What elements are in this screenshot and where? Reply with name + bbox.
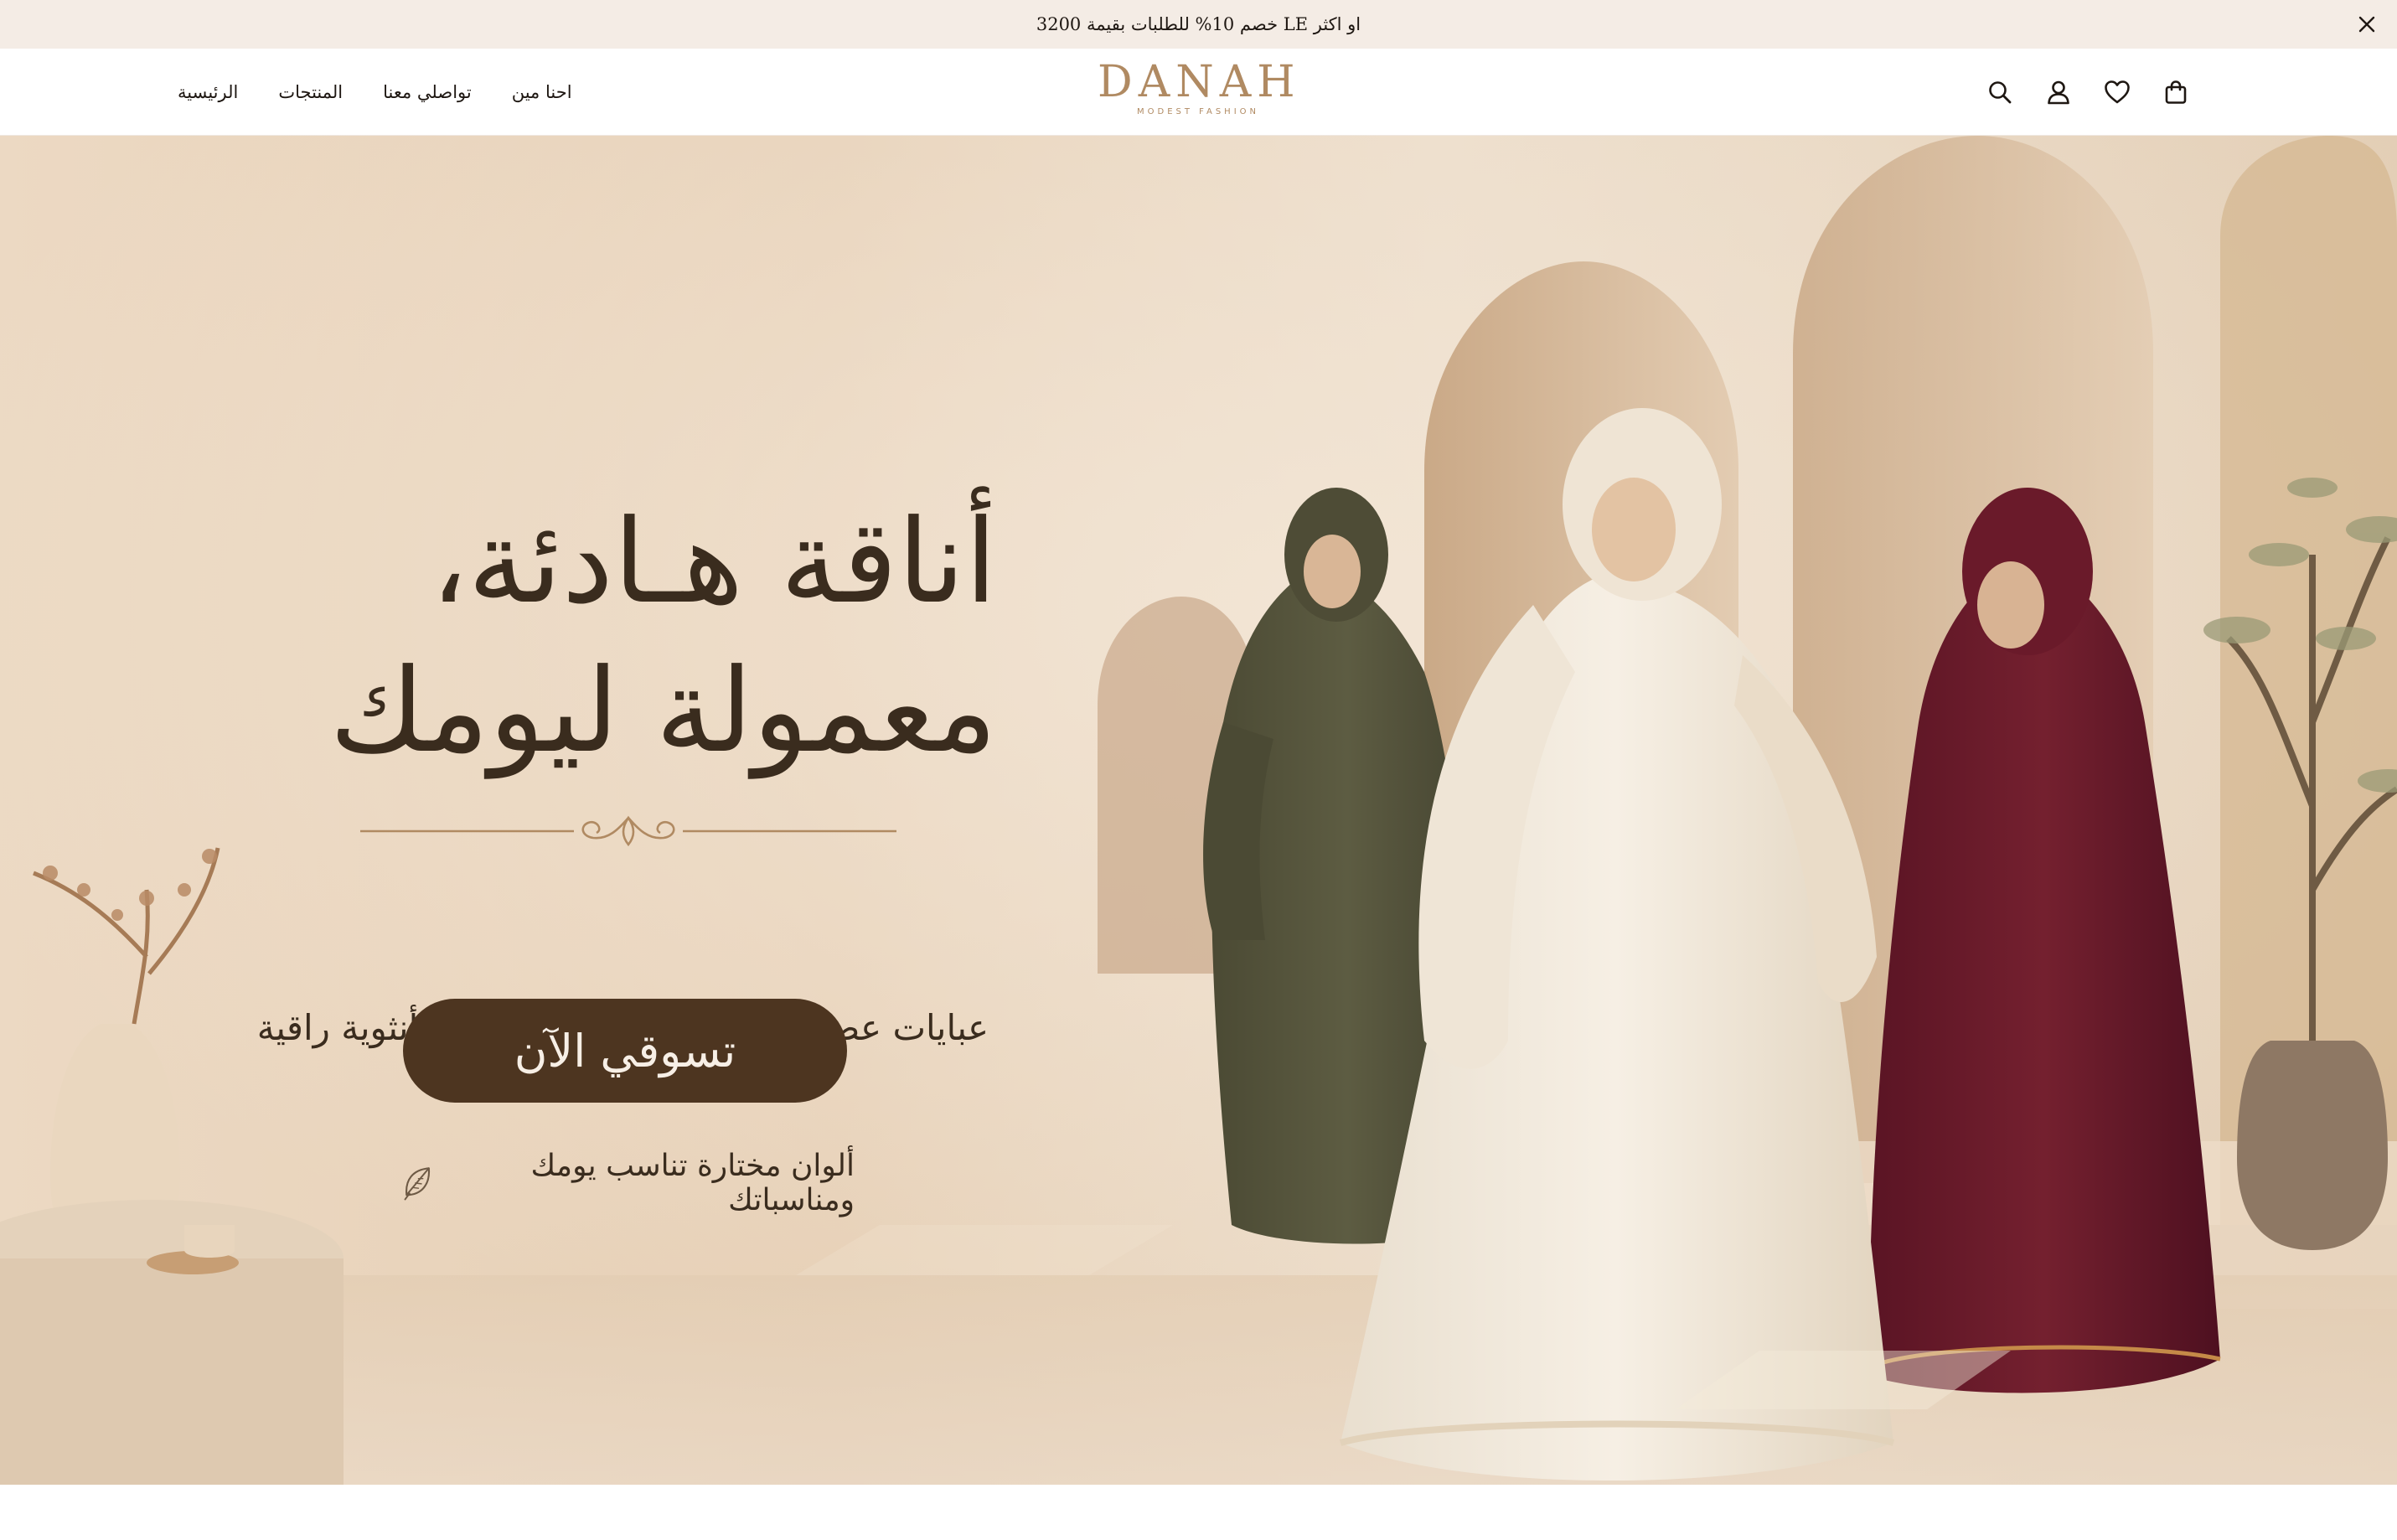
search-icon[interactable] [1986, 78, 2014, 106]
header-actions [1986, 49, 2190, 136]
nav-home[interactable]: الرئيسية [178, 82, 238, 102]
nav-products[interactable]: المنتجات [278, 82, 343, 102]
hero-note: ألوان مختارة تناسب يومك ومناسباتك [402, 1149, 855, 1217]
logo-wordmark: DANAH [1098, 57, 1301, 107]
logo-tagline: MODEST FASHION [1137, 107, 1259, 116]
main-nav: الرئيسية المنتجات تواصلي معنا احنا مين [178, 49, 572, 136]
hero-title-line-2: معمولة ليومك [329, 643, 997, 778]
nav-about[interactable]: احنا مين [512, 82, 572, 102]
brand-logo[interactable]: DANAH MODEST FASHION [1098, 59, 1299, 127]
hero-banner: أناقة هـادئة، معمولة ليومك عبايات عصرية … [0, 136, 2397, 1485]
announcement-text: خصم 10% للطلبات بقيمة 3200 LE او اكثر [1036, 14, 1361, 34]
heart-icon[interactable] [2103, 78, 2131, 106]
shop-now-button[interactable]: تسوقي الآن [403, 999, 847, 1103]
nav-contact[interactable]: تواصلي معنا [383, 82, 472, 102]
announcement-bar: خصم 10% للطلبات بقيمة 3200 LE او اكثر [0, 0, 2397, 49]
bag-icon[interactable] [2162, 78, 2190, 106]
hero-title: أناقة هـادئة، معمولة ليومك [218, 488, 997, 786]
ornament-divider-icon [360, 815, 896, 847]
hero-title-line-1: أناقة هـادئة، [430, 494, 997, 629]
leaf-icon [404, 1167, 430, 1201]
hero-note-text: ألوان مختارة تناسب يومك ومناسباتك [530, 1149, 855, 1217]
close-icon[interactable] [2352, 9, 2382, 39]
account-icon[interactable] [2044, 78, 2073, 106]
site-header: الرئيسية المنتجات تواصلي معنا احنا مين D… [0, 49, 2397, 136]
